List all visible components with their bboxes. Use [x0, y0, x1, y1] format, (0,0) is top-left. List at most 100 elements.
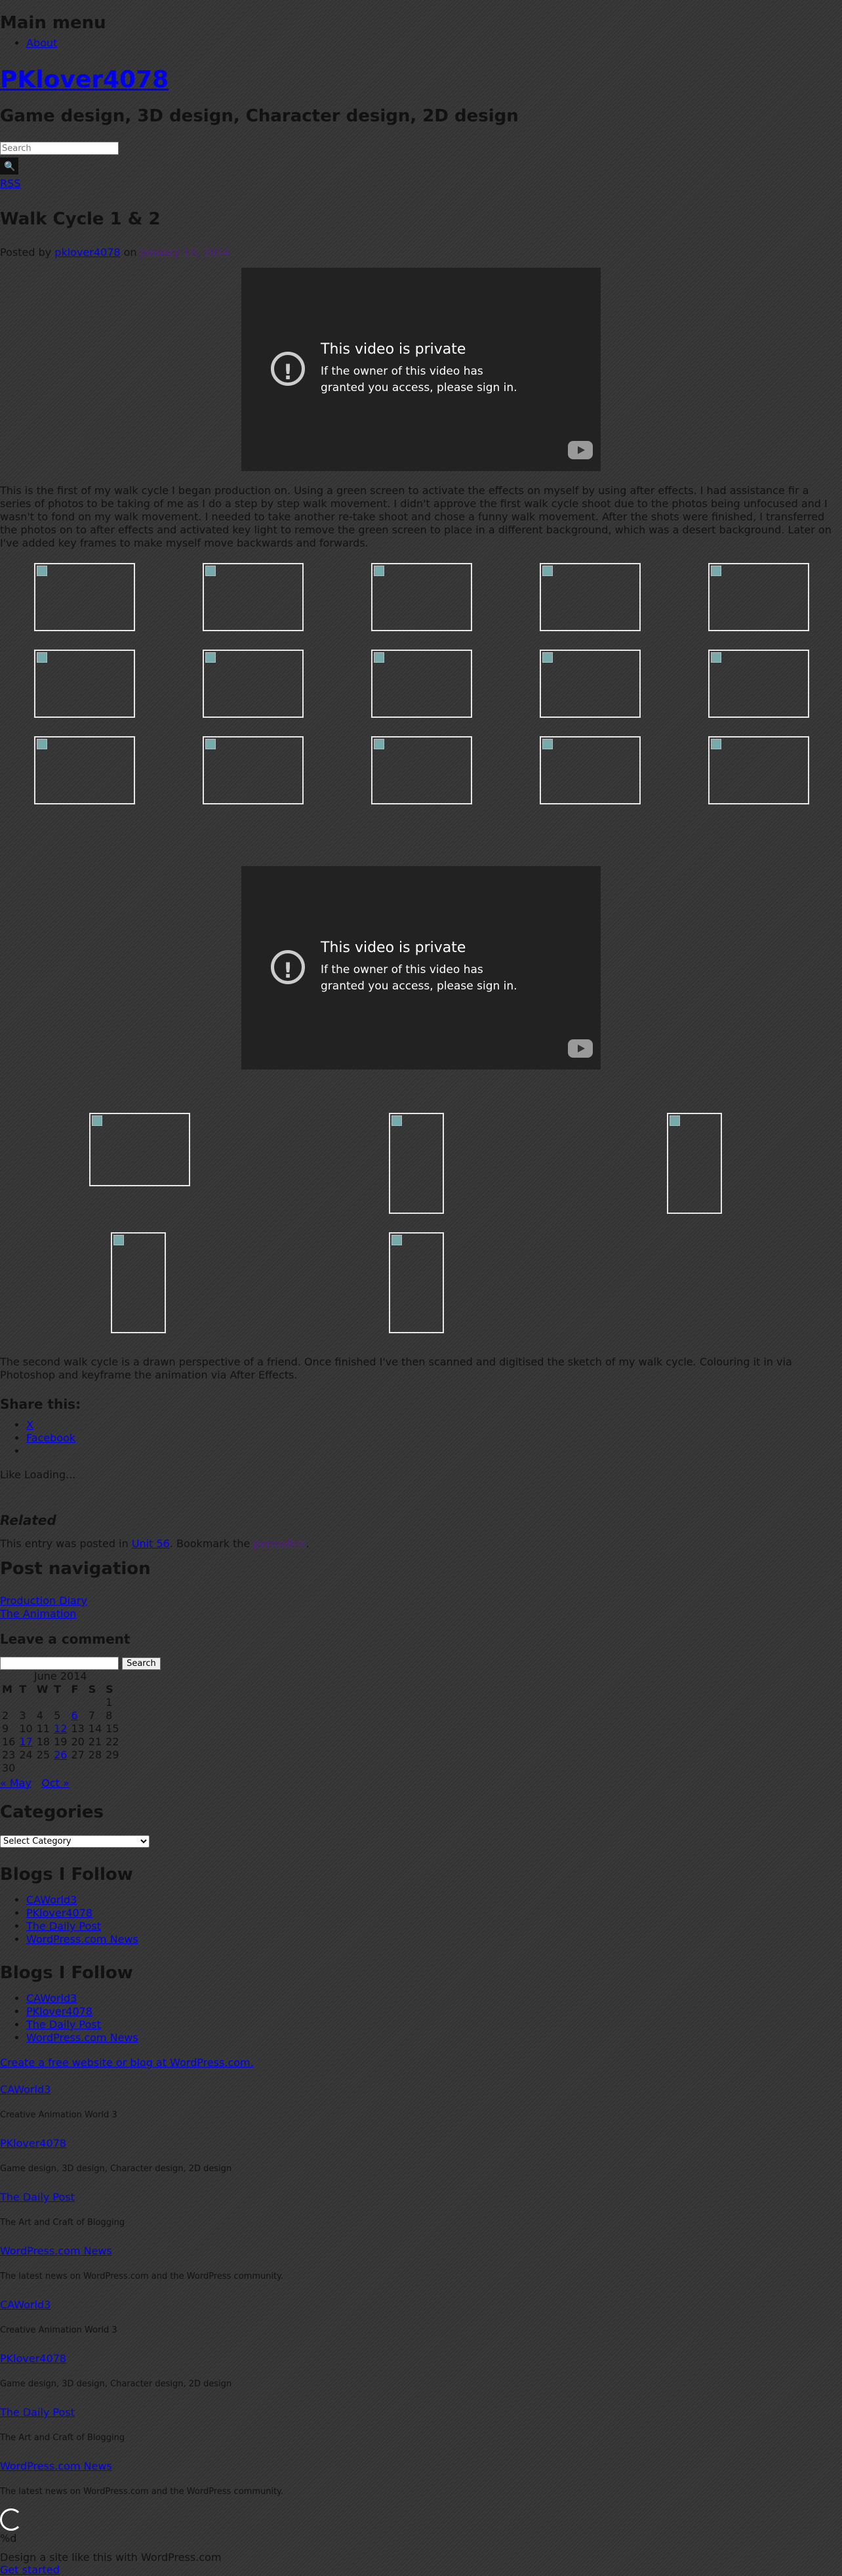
video-embed-2[interactable]: ! This video is private If the owner of … [241, 866, 601, 1070]
follow-blog-link[interactable]: The Daily Post [0, 2406, 842, 2419]
calendar-day-link-cell: 12 [52, 1722, 69, 1735]
related-title: Related [0, 1512, 56, 1528]
calendar-next-link[interactable]: Oct » [41, 1777, 70, 1789]
calendar-day: 29 [106, 1748, 119, 1761]
gallery-thumb[interactable] [203, 650, 304, 718]
author-link[interactable]: pklover4078 [54, 246, 120, 259]
broken-image-icon [37, 652, 47, 663]
calendar-prev-link[interactable]: « May [0, 1777, 31, 1789]
calendar-day: 13 [71, 1722, 85, 1735]
follow-blog-link[interactable]: PKlover4078 [0, 2137, 842, 2150]
gallery-thumb[interactable] [667, 1113, 722, 1214]
comment-input[interactable] [0, 1656, 119, 1670]
gallery-thumb[interactable] [111, 1232, 166, 1333]
gallery-thumb[interactable] [371, 736, 472, 804]
share-facebook-link[interactable]: Facebook [26, 1432, 75, 1444]
gallery-thumb[interactable] [89, 1113, 190, 1186]
category-link[interactable]: Unit 56 [132, 1537, 170, 1550]
prev-post-link[interactable]: Production Diary [0, 1594, 842, 1608]
category-select[interactable]: Select Category [0, 1835, 150, 1848]
entry-meta-prefix: This entry was posted in [0, 1537, 129, 1550]
rss-link[interactable]: RSS [0, 177, 842, 190]
next-post-link[interactable]: The Animation [0, 1608, 842, 1621]
site-title-link[interactable]: PKlover4078 [0, 66, 169, 93]
blog-link-caworld3[interactable]: CAWorld3 [26, 1894, 77, 1906]
gallery-thumb[interactable] [708, 650, 809, 718]
gallery-thumb[interactable] [371, 563, 472, 631]
gallery-thumb[interactable] [708, 563, 809, 631]
calendar-nav: « May Oct » [0, 1777, 842, 1789]
blog-link-wordpress-news[interactable]: WordPress.com News [26, 1933, 138, 1945]
menu-item-about: About [26, 37, 842, 50]
post-paragraph-2: The second walk cycle is a drawn perspec… [0, 1356, 792, 1381]
blog-link-daily-post[interactable]: The Daily Post [26, 1920, 101, 1932]
alert-icon: ! [271, 352, 305, 386]
follow-blog-desc: The latest news on WordPress.com and the… [0, 2272, 284, 2281]
blog-link-caworld3[interactable]: CAWorld3 [26, 1992, 77, 2005]
create-site-link[interactable]: Create a free website or blog at WordPre… [0, 2056, 842, 2069]
calendar-week: 16 17 18 19 20 21 22 [0, 1735, 121, 1748]
calendar-day: 7 [88, 1709, 95, 1722]
blog-link-daily-post[interactable]: The Daily Post [26, 2018, 101, 2031]
calendar-day-header: M [2, 1682, 12, 1695]
blog-link-wordpress-news[interactable]: WordPress.com News [26, 2031, 138, 2044]
permalink-link[interactable]: permalink [254, 1537, 306, 1550]
blogs-follow-list-2: CAWorld3 PKlover4078 The Daily Post Word… [0, 1992, 842, 2045]
calendar-day [87, 1761, 104, 1774]
calendar-day [35, 1761, 52, 1774]
follow-blog-link[interactable]: PKlover4078 [0, 2352, 842, 2365]
blog-link-pklover4078[interactable]: PKlover4078 [26, 2005, 92, 2018]
calendar-week: 2 3 4 5 6 7 8 [0, 1709, 121, 1722]
follow-blog-link[interactable]: CAWorld3 [0, 2083, 842, 2096]
follow-blog-link[interactable]: CAWorld3 [0, 2298, 842, 2311]
calendar-day-link[interactable]: 26 [54, 1749, 67, 1761]
gallery-thumb[interactable] [34, 736, 135, 804]
post-meta: Posted by pklover4078 on January 13, 201… [0, 246, 842, 259]
youtube-logo-icon[interactable] [568, 441, 593, 459]
blogs-follow-item: PKlover4078 [26, 2005, 842, 2018]
gallery-thumb[interactable] [389, 1113, 444, 1214]
follow-blog-link[interactable]: WordPress.com News [0, 2460, 842, 2472]
gallery-thumb[interactable] [34, 563, 135, 631]
broken-image-icon [374, 566, 384, 576]
broken-image-icon [205, 652, 216, 663]
leave-comment-title: Leave a comment [0, 1631, 130, 1647]
video-embed-1[interactable]: ! This video is private If the owner of … [241, 268, 601, 471]
get-started-link[interactable]: Get started [0, 2564, 60, 2576]
calendar-day [104, 1761, 121, 1774]
alert-icon: ! [271, 950, 305, 984]
calendar-day: 21 [88, 1735, 102, 1748]
blogs-follow-title-1: Blogs I Follow [0, 1865, 133, 1884]
gallery-thumb[interactable] [540, 650, 641, 718]
calendar-day-header: S [106, 1682, 113, 1695]
gallery-thumb[interactable] [389, 1232, 444, 1333]
calendar-day: 9 [2, 1722, 9, 1735]
comment-form: Search [0, 1656, 842, 1670]
follow-blog-desc: The latest news on WordPress.com and the… [0, 2487, 284, 2497]
gallery-thumb[interactable] [203, 563, 304, 631]
gallery-thumb[interactable] [540, 563, 641, 631]
calendar-day-link[interactable]: 6 [71, 1709, 77, 1722]
gallery-thumb[interactable] [34, 650, 135, 718]
calendar: June 2014 M T W T F S S 1 2 3 4 5 6 7 8 … [0, 1670, 121, 1774]
follow-blog-link[interactable]: The Daily Post [0, 2191, 842, 2203]
calendar-day: 19 [54, 1735, 68, 1748]
comment-search-button[interactable]: Search [122, 1657, 161, 1670]
blogs-follow-item: The Daily Post [26, 2018, 842, 2031]
youtube-logo-icon[interactable] [568, 1039, 593, 1058]
calendar-day-link[interactable]: 12 [54, 1722, 67, 1735]
calendar-day-link-cell: 6 [69, 1709, 86, 1722]
menu-link-about[interactable]: About [26, 37, 57, 49]
gallery-thumb[interactable] [371, 650, 472, 718]
follow-blog-link[interactable]: WordPress.com News [0, 2245, 842, 2257]
gallery-thumb[interactable] [708, 736, 809, 804]
search-input[interactable] [0, 142, 119, 155]
calendar-day-link[interactable]: 17 [19, 1735, 32, 1748]
post-date-link[interactable]: January 13, 2014 [140, 246, 230, 259]
search-button[interactable]: 🔍 [0, 157, 18, 175]
share-x-link[interactable]: X [26, 1419, 33, 1431]
calendar-day: 18 [36, 1735, 50, 1748]
blog-link-pklover4078[interactable]: PKlover4078 [26, 1907, 92, 1919]
gallery-thumb[interactable] [203, 736, 304, 804]
gallery-thumb[interactable] [540, 736, 641, 804]
